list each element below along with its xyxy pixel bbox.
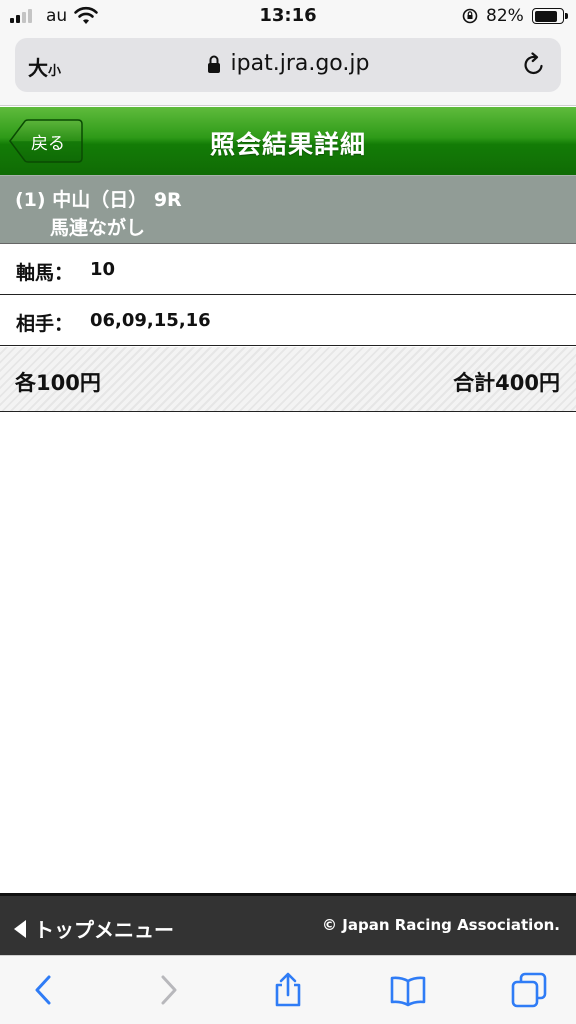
bet-type: 馬連ながし <box>50 217 146 239</box>
axis-horse-label: 軸馬： <box>16 262 74 284</box>
top-menu-link[interactable]: トップメニュー <box>14 914 174 943</box>
copyright-text: © Japan Racing Association. <box>322 916 560 934</box>
page-title: 照会結果詳細 <box>209 130 366 159</box>
tabs-icon[interactable] <box>511 972 547 1008</box>
triangle-left-icon <box>14 919 26 938</box>
lock-icon <box>207 55 220 73</box>
status-bar: au 13:16 82% <box>0 0 576 32</box>
orientation-lock-icon <box>462 8 478 24</box>
browser-toolbar <box>0 955 576 1024</box>
amount-band: 各100円 合計400円 <box>0 347 576 412</box>
each-amount: 各100円 <box>15 371 101 395</box>
url-text: ipat.jra.go.jp <box>230 51 370 76</box>
forward-arrow-icon[interactable] <box>150 972 186 1008</box>
partner-horses-label: 相手： <box>16 313 74 335</box>
share-icon[interactable] <box>270 972 306 1008</box>
page-footer: トップメニュー © Japan Racing Association. <box>0 893 576 955</box>
race-info-band: (1) 中山（日） 9R 馬連ながし <box>0 175 576 244</box>
race-name: (1) 中山（日） 9R <box>15 189 182 211</box>
axis-horse-row: 軸馬： 10 <box>0 244 576 295</box>
battery-percent: 82% <box>486 6 524 26</box>
url-display[interactable]: ipat.jra.go.jp <box>15 51 561 76</box>
total-amount: 合計400円 <box>453 371 560 395</box>
battery-icon <box>532 8 568 24</box>
reload-icon[interactable] <box>521 52 547 78</box>
back-arrow-icon[interactable] <box>26 972 62 1008</box>
top-menu-label: トップメニュー <box>34 918 174 942</box>
page-header: 戻る 照会結果詳細 <box>0 107 576 175</box>
partner-horses-value: 06,09,15,16 <box>90 310 211 331</box>
address-bar[interactable]: 大小 ipat.jra.go.jp <box>15 38 561 92</box>
browser-top-bar: 大小 ipat.jra.go.jp <box>0 32 576 106</box>
partner-horses-row: 相手： 06,09,15,16 <box>0 295 576 346</box>
bookmarks-icon[interactable] <box>390 972 426 1008</box>
axis-horse-value: 10 <box>90 259 116 280</box>
